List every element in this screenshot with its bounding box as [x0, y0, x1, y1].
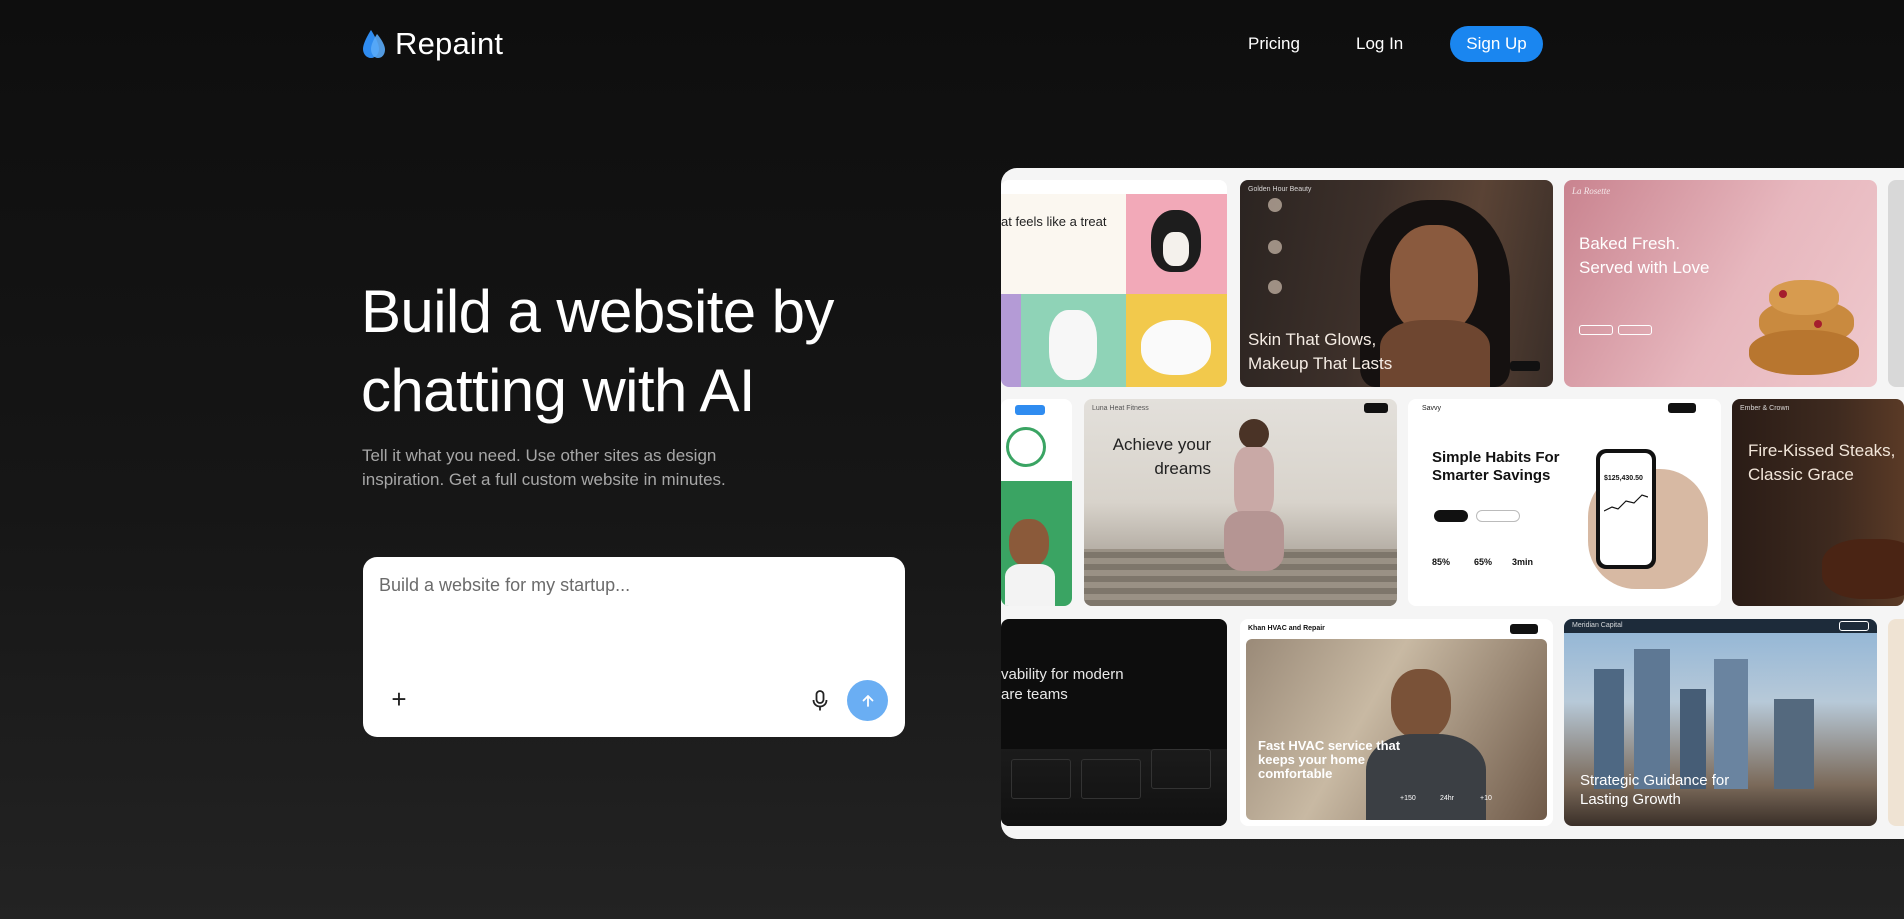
card-title: Fire-Kissed Steaks, Classic Grace [1748, 441, 1896, 484]
send-button[interactable] [847, 680, 888, 721]
signup-button[interactable]: Sign Up [1450, 26, 1543, 62]
template-card-partial[interactable] [1888, 180, 1904, 387]
card-brand: Savvy [1422, 405, 1442, 412]
template-card-bakery[interactable]: La Rosette Baked Fresh. Served with Love [1564, 180, 1877, 387]
stat-1: +150 [1400, 795, 1416, 802]
card-cta [1510, 624, 1538, 634]
card-brand: Luna Heat Fitness [1092, 405, 1149, 412]
template-card-pet-grooming[interactable]: at feels like a treat [1001, 180, 1227, 387]
hero-subtitle: Tell it what you need. Use other sites a… [362, 446, 726, 489]
nav-login-link[interactable]: Log In [1356, 34, 1403, 54]
card-cta-secondary [1618, 325, 1652, 335]
water-drop-icon [363, 30, 385, 58]
card-cta [1579, 325, 1613, 335]
card-brand: Khan HVAC and Repair [1248, 625, 1325, 632]
card-title: vability for modern are teams [1001, 666, 1124, 703]
template-card-hvac[interactable]: Khan HVAC and Repair Fast HVAC service t… [1240, 619, 1553, 826]
card-title: Achieve your dreams [1112, 435, 1211, 478]
template-card-dashboard[interactable]: vability for modern are teams [1001, 619, 1227, 826]
card-brand: Meridian Capital [1572, 622, 1623, 629]
card-title: at feels like a treat [1001, 214, 1107, 229]
card-cta-secondary [1476, 510, 1520, 522]
card-cta [1364, 403, 1388, 413]
template-card-kids[interactable] [1001, 399, 1072, 606]
card-title: Skin That Glows, Makeup That Lasts [1248, 330, 1393, 373]
template-card-consulting[interactable]: Meridian Capital Strategic Guidance for … [1564, 619, 1877, 826]
logo[interactable]: Repaint [361, 26, 503, 62]
phone-mockup: $125,430.50 [1596, 449, 1656, 569]
brand-name: Repaint [395, 26, 504, 61]
template-card-partial-2[interactable] [1888, 619, 1904, 826]
card-cta [1668, 403, 1696, 413]
card-brand: La Rosette [1572, 186, 1611, 196]
card-cta-primary [1434, 510, 1468, 522]
hero-title: Build a website by chatting with AI [361, 278, 834, 424]
card-cta [1015, 405, 1045, 415]
card-brand: Ember & Crown [1740, 405, 1790, 412]
stat-2: 24hr [1440, 795, 1455, 802]
template-gallery: at feels like a treat Golden Hour Beauty… [1001, 168, 1904, 839]
microphone-icon[interactable] [810, 689, 830, 713]
stat-1: 85% [1432, 557, 1451, 567]
card-title: Fast HVAC service that keeps your home c… [1258, 738, 1401, 781]
card-cta [1839, 621, 1869, 631]
prompt-input[interactable] [379, 575, 879, 635]
card-title: Baked Fresh. Served with Love [1579, 234, 1710, 277]
template-card-fitness[interactable]: Luna Heat Fitness Achieve your dreams [1084, 399, 1397, 606]
template-card-steakhouse[interactable]: Ember & Crown Fire-Kissed Steaks, Classi… [1732, 399, 1904, 606]
arrow-up-icon [862, 694, 873, 707]
phone-balance: $125,430.50 [1604, 475, 1643, 482]
top-nav: Repaint Pricing Log In Sign Up [0, 0, 1904, 88]
template-card-beauty[interactable]: Golden Hour Beauty Skin That Glows, Make… [1240, 180, 1553, 387]
stat-2: 65% [1474, 557, 1493, 567]
card-cta [1510, 361, 1540, 371]
nav-pricing-link[interactable]: Pricing [1248, 34, 1300, 54]
template-card-savings[interactable]: Savvy Simple Habits For Smarter Savings … [1408, 399, 1721, 606]
card-brand: Golden Hour Beauty [1248, 186, 1312, 193]
card-title: Strategic Guidance for Lasting Growth [1580, 772, 1730, 808]
chart-line-icon [1604, 494, 1648, 512]
stat-3: +10 [1480, 795, 1492, 802]
plus-icon[interactable]: + [388, 686, 410, 712]
card-title: Simple Habits For Smarter Savings [1432, 449, 1560, 484]
stat-3: 3min [1512, 557, 1534, 567]
